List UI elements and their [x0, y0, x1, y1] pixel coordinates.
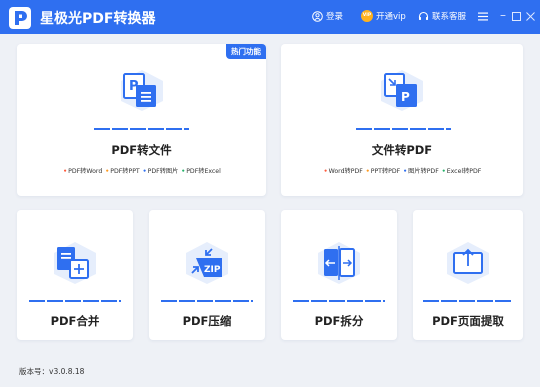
- bullet-dot: •: [105, 168, 110, 175]
- sub-item: PPT转PDF: [370, 168, 401, 175]
- app-title: 星极光PDF转换器: [40, 11, 156, 27]
- divider: [293, 300, 385, 302]
- version-label: 版本号：v3.0.8.18: [19, 367, 85, 376]
- maximize-icon[interactable]: [512, 12, 521, 21]
- sub-item: Excel转PDF: [446, 168, 482, 175]
- sub-item: PDF转图片: [147, 168, 179, 175]
- vip-icon: VIP: [361, 10, 373, 22]
- compress-icon: ZIP: [186, 242, 228, 284]
- pdf-merge-card[interactable]: PDF合并: [17, 210, 133, 340]
- app-logo-icon: [9, 7, 31, 29]
- divider: [29, 300, 121, 302]
- support-label: 联系客服: [432, 12, 467, 22]
- menu-icon[interactable]: [478, 12, 488, 21]
- sub-item: 图片转PDF: [408, 168, 439, 175]
- login-button[interactable]: 登录: [312, 10, 343, 22]
- bullet-dot: •: [181, 168, 186, 175]
- divider: [423, 300, 513, 302]
- pdf-merge-title: PDF合并: [50, 314, 100, 328]
- file-to-pdf-icon: P: [381, 70, 423, 111]
- bullet-dot: •: [323, 168, 328, 175]
- divider: [161, 300, 253, 302]
- extract-icon: [447, 242, 489, 284]
- sub-item: PDF转PPT: [110, 168, 140, 175]
- vip-label: 开通vip: [376, 12, 406, 22]
- bullet-dot: •: [441, 168, 446, 175]
- pdf-to-file-icon: P: [121, 70, 163, 111]
- sub-item: PDF转Excel: [186, 168, 221, 175]
- pdf-compress-card[interactable]: ZIP PDF压缩: [149, 210, 265, 340]
- file-to-pdf-subtitle: •Word转PDF •PPT转PDF •图片转PDF •Excel转PDF: [281, 166, 523, 175]
- bullet-dot: •: [365, 168, 370, 175]
- pdf-extract-title: PDF页面提取: [432, 314, 504, 328]
- pdf-to-file-title: PDF转文件: [111, 143, 172, 157]
- vip-button[interactable]: VIP 开通vip: [361, 10, 406, 22]
- pdf-to-file-card[interactable]: 热门功能 P PDF转文件 •PDF转Word •PDF转PPT •PDF转图片…: [17, 44, 266, 196]
- file-to-pdf-title: 文件转PDF: [371, 143, 433, 157]
- headset-icon: [418, 11, 429, 20]
- sub-item: Word转PDF: [328, 168, 363, 175]
- sub-item: PDF转Word: [68, 168, 103, 175]
- pdf-split-card[interactable]: PDF拆分: [281, 210, 397, 340]
- bullet-dot: •: [63, 168, 68, 175]
- hot-feature-badge: 热门功能: [226, 44, 266, 59]
- support-button[interactable]: 联系客服: [418, 10, 466, 22]
- divider: [94, 128, 189, 130]
- pdf-split-title: PDF拆分: [314, 314, 364, 328]
- close-icon[interactable]: [526, 12, 535, 21]
- bullet-dot: •: [403, 168, 408, 175]
- file-to-pdf-card[interactable]: P 文件转PDF •Word转PDF •PPT转PDF •图片转PDF •Exc…: [281, 44, 523, 196]
- divider: [356, 128, 451, 130]
- svg-text:P: P: [401, 90, 410, 104]
- pdf-extract-card[interactable]: PDF页面提取: [413, 210, 523, 340]
- zip-label: ZIP: [204, 265, 221, 275]
- merge-icon: [54, 242, 96, 284]
- minimize-icon[interactable]: –: [497, 8, 509, 22]
- pdf-to-file-subtitle: •PDF转Word •PDF转PPT •PDF转图片 •PDF转Excel: [17, 166, 266, 175]
- title-bar: 星极光PDF转换器 登录 VIP 开通vip 联系客服 –: [0, 0, 540, 34]
- pdf-compress-title: PDF压缩: [182, 314, 232, 328]
- login-label: 登录: [326, 12, 344, 22]
- user-icon: [312, 10, 323, 22]
- split-icon: [318, 242, 360, 284]
- bullet-dot: •: [142, 168, 147, 175]
